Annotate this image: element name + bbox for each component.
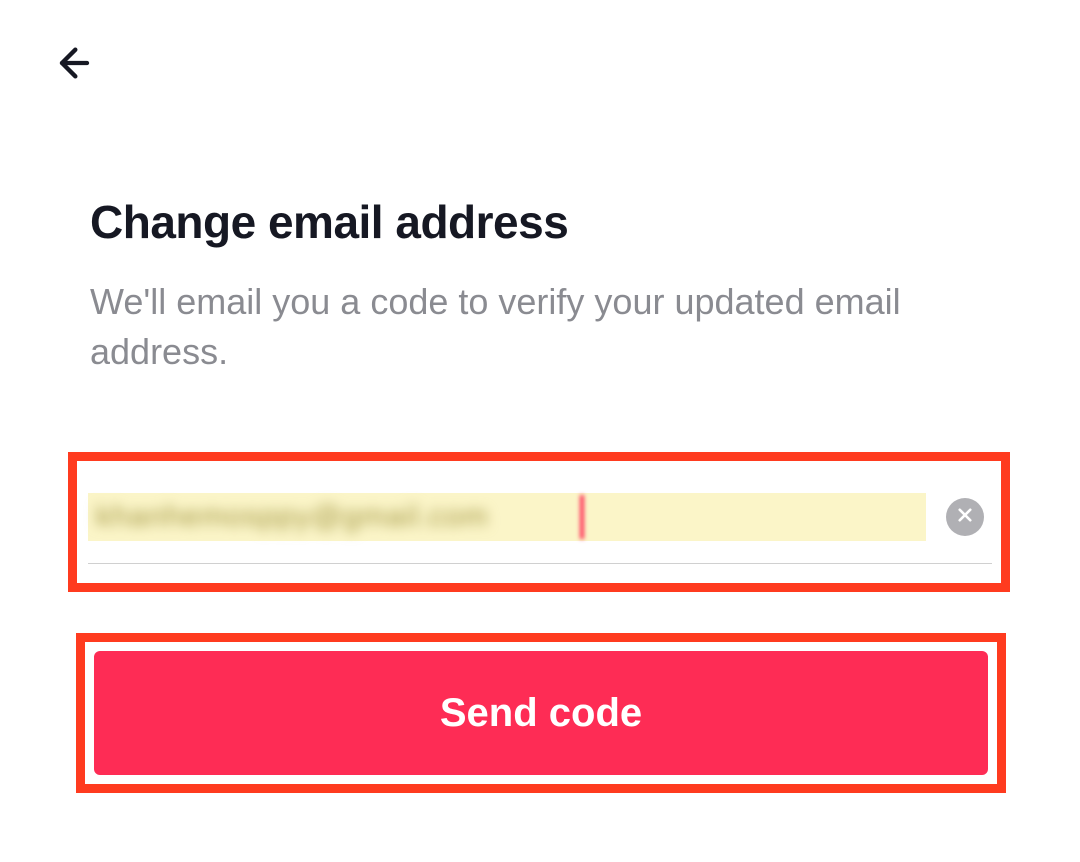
page-title: Change email address (90, 195, 990, 249)
text-cursor (580, 495, 584, 539)
back-button[interactable] (48, 40, 96, 88)
email-input-container: khanhemosppy@gmail.com (88, 470, 992, 564)
back-arrow-icon (52, 43, 92, 86)
email-field[interactable]: khanhemosppy@gmail.com (88, 488, 934, 546)
send-code-label: Send code (440, 691, 642, 736)
content-area: Change email address We'll email you a c… (0, 0, 1080, 378)
page-subtitle: We'll email you a code to verify your up… (90, 277, 990, 378)
send-code-button[interactable]: Send code (94, 651, 988, 775)
close-icon (956, 506, 974, 527)
clear-input-button[interactable] (946, 498, 984, 536)
email-redacted-value: khanhemosppy@gmail.com (88, 493, 926, 541)
